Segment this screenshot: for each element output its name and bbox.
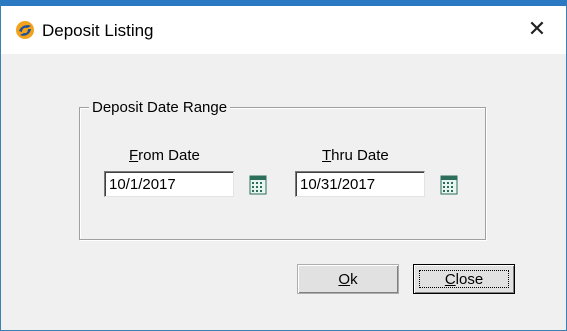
dialog-body: Deposit Date Range From Date Thru Date (1, 54, 566, 330)
focus-rect (419, 270, 509, 288)
thru-date-label: Thru Date (322, 147, 389, 164)
from-calendar-icon[interactable] (247, 174, 269, 196)
app-logo-icon (16, 21, 34, 39)
ok-button[interactable]: Ok (297, 264, 399, 294)
title-bar: Deposit Listing ✕ (1, 6, 566, 54)
close-window-icon[interactable]: ✕ (522, 14, 552, 44)
close-button[interactable]: Close (413, 264, 515, 294)
thru-date-input[interactable] (295, 171, 425, 197)
group-label: Deposit Date Range (89, 99, 231, 116)
window-title: Deposit Listing (42, 21, 154, 40)
thru-calendar-icon[interactable] (438, 174, 460, 196)
from-date-label: From Date (129, 147, 200, 164)
dialog-window: Deposit Listing ✕ Deposit Date Range Fro… (0, 0, 567, 331)
from-date-input[interactable] (104, 171, 234, 197)
